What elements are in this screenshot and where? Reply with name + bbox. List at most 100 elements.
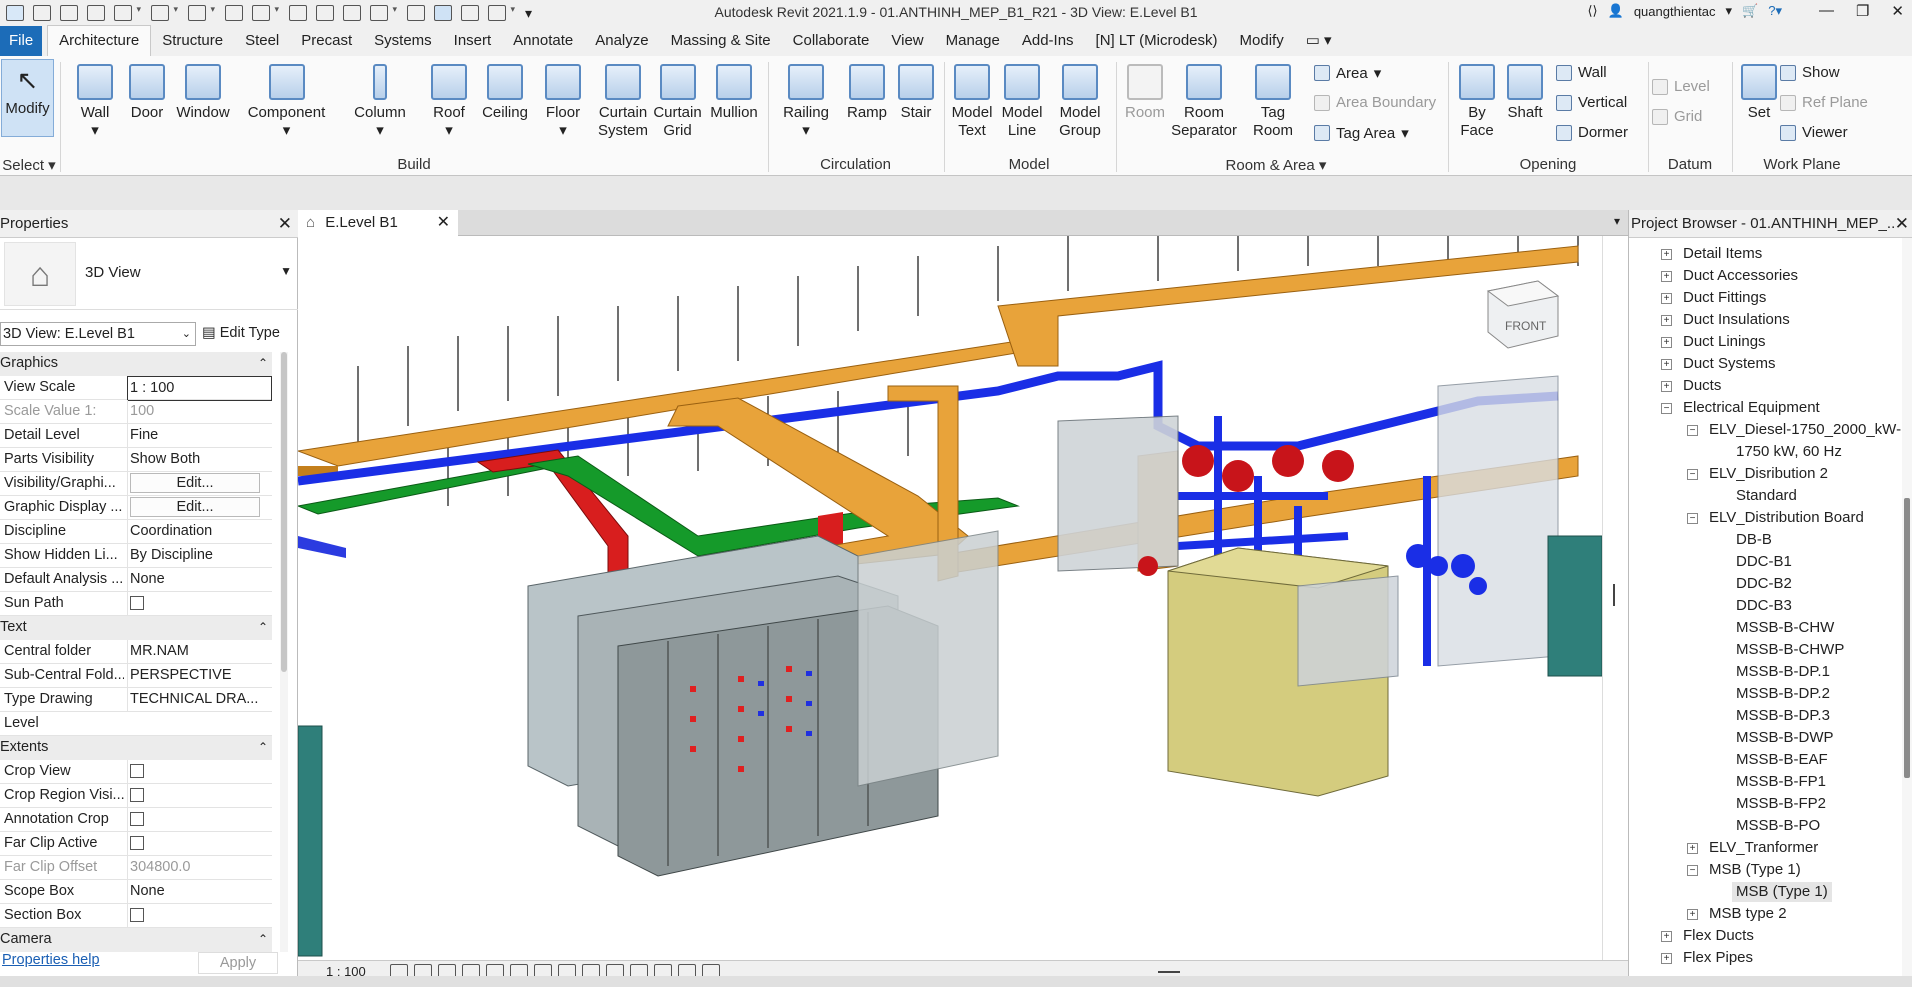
ref-plane-button[interactable]: Ref Plane	[1780, 94, 1868, 111]
property-row[interactable]: Annotation Crop	[0, 808, 272, 832]
show-button[interactable]: Show	[1780, 64, 1840, 81]
tab-annotate[interactable]: Annotate	[502, 26, 584, 56]
chevron-down-icon[interactable]: ▼	[280, 264, 292, 278]
browser-item[interactable]: ELV_Distribution Board	[1709, 508, 1864, 528]
browser-item[interactable]: MSSB-B-DWP	[1736, 728, 1834, 748]
print-icon[interactable]	[225, 5, 243, 21]
switch-windows-icon[interactable]	[488, 4, 515, 21]
ceiling-button[interactable]: Ceiling	[476, 60, 534, 122]
measure-icon[interactable]	[252, 4, 279, 21]
section-graphics[interactable]: Graphics ⌃	[0, 352, 272, 376]
shaft-button[interactable]: Shaft	[1500, 60, 1550, 122]
edit-type-button[interactable]: ▤ Edit Type	[202, 322, 294, 346]
curtain-grid-button[interactable]: Curtain Grid	[650, 60, 705, 140]
property-row[interactable]: Graphic Display ... Edit...	[0, 496, 272, 520]
view-tab-e-level-b1[interactable]: ⌂ E.Level B1 ✕	[298, 210, 458, 236]
property-value[interactable]: 304800.0	[127, 856, 272, 879]
tab-architecture[interactable]: Architecture	[47, 25, 152, 56]
property-checkbox[interactable]	[130, 836, 144, 851]
property-value[interactable]	[127, 904, 272, 927]
property-value[interactable]	[127, 784, 272, 807]
instance-selector[interactable]: 3D View: E.Level B1 ⌄	[0, 322, 196, 346]
browser-item[interactable]: Duct Fittings	[1683, 288, 1766, 308]
stair-button[interactable]: Stair	[891, 60, 941, 122]
collapse-icon[interactable]: −	[1687, 425, 1698, 436]
revit-logo-icon[interactable]	[6, 5, 24, 21]
property-value[interactable]: None	[127, 880, 272, 903]
section-camera[interactable]: Camera ⌃	[0, 928, 272, 952]
close-icon[interactable]: ✕	[1894, 210, 1909, 237]
browser-item[interactable]: MSSB-B-FP1	[1736, 772, 1826, 792]
user-icon[interactable]: 👤	[1608, 3, 1624, 19]
tab-massing-site[interactable]: Massing & Site	[660, 26, 782, 56]
ramp-button[interactable]: Ramp	[842, 60, 892, 122]
tab-steel[interactable]: Steel	[234, 26, 290, 56]
apply-button[interactable]: Apply	[198, 952, 278, 974]
model-text-button[interactable]: Model Text	[947, 60, 997, 140]
collapse-icon[interactable]: −	[1687, 469, 1698, 480]
collapse-icon[interactable]: −	[1661, 403, 1672, 414]
property-value[interactable]: None	[127, 568, 272, 591]
browser-item[interactable]: Duct Linings	[1683, 332, 1766, 352]
tag-icon[interactable]	[316, 5, 334, 21]
browser-item[interactable]: MSSB-B-FP2	[1736, 794, 1826, 814]
modify-button[interactable]: ↖ Modify	[1, 59, 54, 137]
minimize-button[interactable]: —	[1819, 2, 1834, 20]
property-value[interactable]: PERSPECTIVE	[127, 664, 272, 687]
room-button[interactable]: Room	[1120, 60, 1170, 122]
type-selector[interactable]: ⌂ 3D View ▼	[0, 238, 298, 310]
component-button[interactable]: Component ▾	[244, 60, 329, 140]
model-group-button[interactable]: Model Group	[1052, 60, 1108, 140]
vertical-button[interactable]: Vertical	[1556, 94, 1627, 111]
expand-icon[interactable]: +	[1687, 843, 1698, 854]
browser-item[interactable]: 1750 kW, 60 Hz	[1736, 442, 1842, 462]
open-icon[interactable]	[60, 5, 78, 21]
floor-button[interactable]: Floor ▾	[536, 60, 590, 140]
property-row[interactable]: Default Analysis ... None	[0, 568, 272, 592]
text-icon[interactable]	[343, 5, 361, 21]
property-value[interactable]	[127, 808, 272, 831]
tab-modify[interactable]: Modify	[1229, 26, 1295, 56]
expand-icon[interactable]: +	[1661, 271, 1672, 282]
area-boundary-button[interactable]: Area Boundary	[1314, 94, 1436, 111]
edit-button[interactable]: Edit...	[130, 497, 260, 517]
property-checkbox[interactable]	[130, 788, 144, 803]
sync-icon[interactable]	[114, 4, 141, 21]
username[interactable]: quangthientac	[1634, 4, 1716, 19]
section-icon[interactable]	[407, 5, 425, 21]
view-cube[interactable]: FRONT	[1486, 280, 1560, 349]
close-window-button[interactable]: ✕	[1891, 2, 1904, 20]
property-row[interactable]: Show Hidden Li... By Discipline	[0, 544, 272, 568]
property-row[interactable]: Sub-Central Fold... PERSPECTIVE	[0, 664, 272, 688]
tag-room-button[interactable]: Tag Room	[1248, 60, 1298, 140]
property-row[interactable]: Sun Path	[0, 592, 272, 616]
close-tab-icon[interactable]: ✕	[437, 210, 450, 236]
expand-icon[interactable]: +	[1661, 381, 1672, 392]
panel-label-select[interactable]: Select ▾	[0, 156, 58, 174]
property-row[interactable]: Section Box	[0, 904, 272, 928]
expand-icon[interactable]: +	[1661, 293, 1672, 304]
opening-wall-button[interactable]: Wall	[1556, 64, 1607, 81]
viewport-scrollbar[interactable]	[1602, 236, 1628, 960]
browser-item[interactable]: MSB (Type 1)	[1732, 882, 1832, 902]
properties-scrollbar[interactable]	[280, 352, 288, 952]
browser-scrollbar[interactable]	[1902, 238, 1912, 976]
property-value[interactable]: 100	[127, 400, 272, 423]
property-row[interactable]: Detail Level Fine	[0, 424, 272, 448]
browser-item[interactable]: ELV_Diesel-1750_2000_kW-	[1709, 420, 1901, 440]
browser-item[interactable]: Duct Systems	[1683, 354, 1776, 374]
column-button[interactable]: Column ▾	[350, 60, 410, 140]
property-row[interactable]: Parts Visibility Show Both	[0, 448, 272, 472]
property-value[interactable]: MR.NAM	[127, 640, 272, 663]
browser-item[interactable]: Standard	[1736, 486, 1797, 506]
property-value[interactable]: Coordination	[127, 520, 272, 543]
tab-collaborate[interactable]: Collaborate	[782, 26, 881, 56]
door-button[interactable]: Door	[122, 60, 172, 122]
browser-item[interactable]: DDC-B3	[1736, 596, 1792, 616]
browser-item[interactable]: Detail Items	[1683, 244, 1762, 264]
browser-item[interactable]: MSB type 2	[1709, 904, 1787, 924]
tab-precast[interactable]: Precast	[290, 26, 363, 56]
tab-structure[interactable]: Structure	[151, 26, 234, 56]
browser-item[interactable]: MSSB-B-CHWP	[1736, 640, 1844, 660]
view-tabs-menu-icon[interactable]: ▾	[1614, 214, 1620, 228]
